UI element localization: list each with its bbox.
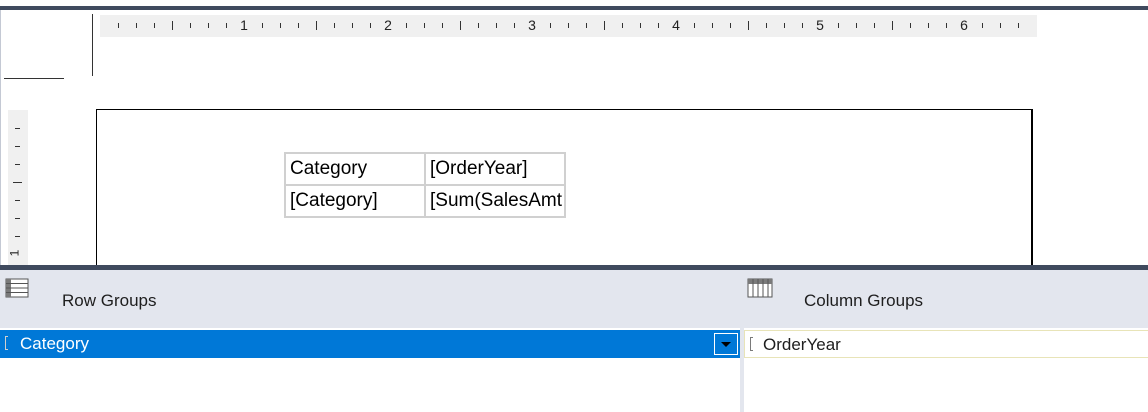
ruler-tick bbox=[442, 23, 443, 28]
ruler-tick bbox=[838, 23, 839, 28]
ruler-tick bbox=[15, 128, 20, 129]
ruler-tick bbox=[334, 23, 335, 28]
ruler-tick bbox=[15, 146, 20, 147]
row-groups-title: Row Groups bbox=[62, 291, 157, 310]
ruler-tick bbox=[946, 23, 947, 28]
ruler-tick bbox=[352, 23, 353, 28]
ruler-tick bbox=[514, 23, 515, 28]
ruler-tick bbox=[460, 21, 461, 30]
ruler-tick bbox=[118, 23, 119, 28]
ruler-tick bbox=[622, 23, 623, 28]
ruler-tick bbox=[15, 218, 20, 219]
column-group-item-orderyear[interactable]: OrderYear bbox=[744, 330, 1148, 358]
ruler-tick bbox=[784, 23, 785, 28]
ruler-tick bbox=[370, 23, 371, 28]
report-designer: 1 2 3 4 5 6 1 Category [OrderYear] [Category]… bbox=[0, 0, 1148, 412]
ruler-tick bbox=[1000, 23, 1001, 28]
ruler-tick bbox=[15, 200, 20, 201]
tablix-cell-sales-sum[interactable]: [Sum(SalesAmt bbox=[424, 184, 566, 218]
left-edge bbox=[0, 10, 1, 265]
ruler-tick bbox=[280, 23, 281, 28]
ruler-tick bbox=[208, 23, 209, 28]
ruler-tick bbox=[154, 23, 155, 28]
tablix-cell-category-header[interactable]: Category bbox=[284, 152, 426, 186]
ruler-tick bbox=[190, 23, 191, 28]
ruler-number: 2 bbox=[384, 17, 392, 33]
row-group-label: Category bbox=[20, 334, 89, 353]
ruler-tick bbox=[298, 23, 299, 28]
tablix-cell-orderyear-header[interactable]: [OrderYear] bbox=[424, 152, 566, 186]
row-group-dropdown-button[interactable] bbox=[714, 333, 738, 355]
ruler-tick bbox=[910, 23, 911, 28]
ruler-tick bbox=[136, 23, 137, 28]
ruler-tick bbox=[586, 23, 587, 28]
ruler-tick bbox=[766, 23, 767, 28]
ruler-number: 5 bbox=[816, 17, 824, 33]
ruler-tick bbox=[892, 21, 893, 30]
ruler-tick bbox=[694, 23, 695, 28]
ruler-tick bbox=[874, 23, 875, 28]
group-bracket-icon bbox=[750, 337, 753, 351]
tablix-header-row: Category [OrderYear] bbox=[284, 152, 566, 186]
tablix-cell-category-field[interactable]: [Category] bbox=[284, 184, 426, 218]
ruler-tick bbox=[15, 236, 20, 237]
ruler-tick bbox=[748, 21, 749, 30]
ruler-tick bbox=[226, 23, 227, 28]
ruler-tick bbox=[712, 23, 713, 28]
row-group-item-category[interactable]: Category bbox=[0, 330, 740, 358]
column-groups-title: Column Groups bbox=[804, 291, 924, 310]
ruler-corner-line bbox=[92, 14, 93, 76]
ruler-tick bbox=[604, 21, 605, 30]
ruler-tick bbox=[424, 23, 425, 28]
tablix-data-row: [Category] [Sum(SalesAmt bbox=[284, 184, 566, 218]
ruler-tick bbox=[568, 23, 569, 28]
ruler-tick bbox=[640, 23, 641, 28]
ruler-tick bbox=[478, 23, 479, 28]
ruler-tick bbox=[172, 21, 173, 30]
vertical-ruler-number: 1 bbox=[7, 249, 22, 257]
ruler-number: 1 bbox=[240, 17, 248, 33]
ruler-tick bbox=[406, 23, 407, 28]
ruler-number: 6 bbox=[960, 17, 968, 33]
ruler-tick bbox=[982, 23, 983, 28]
column-groups-header: Column Groups bbox=[740, 270, 1148, 328]
ruler-tick bbox=[15, 164, 20, 165]
chevron-down-icon bbox=[721, 342, 731, 347]
ruler-number: 4 bbox=[672, 17, 680, 33]
ruler-tick bbox=[658, 23, 659, 28]
vertical-ruler: 1 bbox=[7, 110, 28, 265]
ruler-tick bbox=[928, 23, 929, 28]
top-border bbox=[0, 6, 1148, 10]
group-bracket-icon bbox=[5, 336, 8, 350]
column-groups-icon bbox=[747, 278, 773, 303]
row-groups-header: Row Groups bbox=[0, 270, 740, 328]
column-groups-list: OrderYear bbox=[744, 328, 1148, 412]
row-groups-list: Category bbox=[0, 328, 740, 412]
ruler-tick bbox=[13, 182, 22, 183]
ruler-number: 3 bbox=[528, 17, 536, 33]
ruler-tick bbox=[262, 23, 263, 28]
tablix[interactable]: Category [OrderYear] [Category] [Sum(Sal… bbox=[284, 152, 566, 218]
ruler-tick bbox=[1018, 23, 1019, 28]
ruler-tick bbox=[730, 23, 731, 28]
ruler-tick bbox=[550, 23, 551, 28]
ruler-tick bbox=[802, 23, 803, 28]
ruler-corner-line bbox=[4, 78, 64, 79]
ruler-tick bbox=[496, 23, 497, 28]
row-groups-icon bbox=[5, 278, 29, 303]
ruler-tick bbox=[856, 23, 857, 28]
column-group-label: OrderYear bbox=[763, 335, 841, 354]
ruler-tick bbox=[316, 21, 317, 30]
horizontal-ruler: 1 2 3 4 5 6 bbox=[100, 15, 1037, 37]
